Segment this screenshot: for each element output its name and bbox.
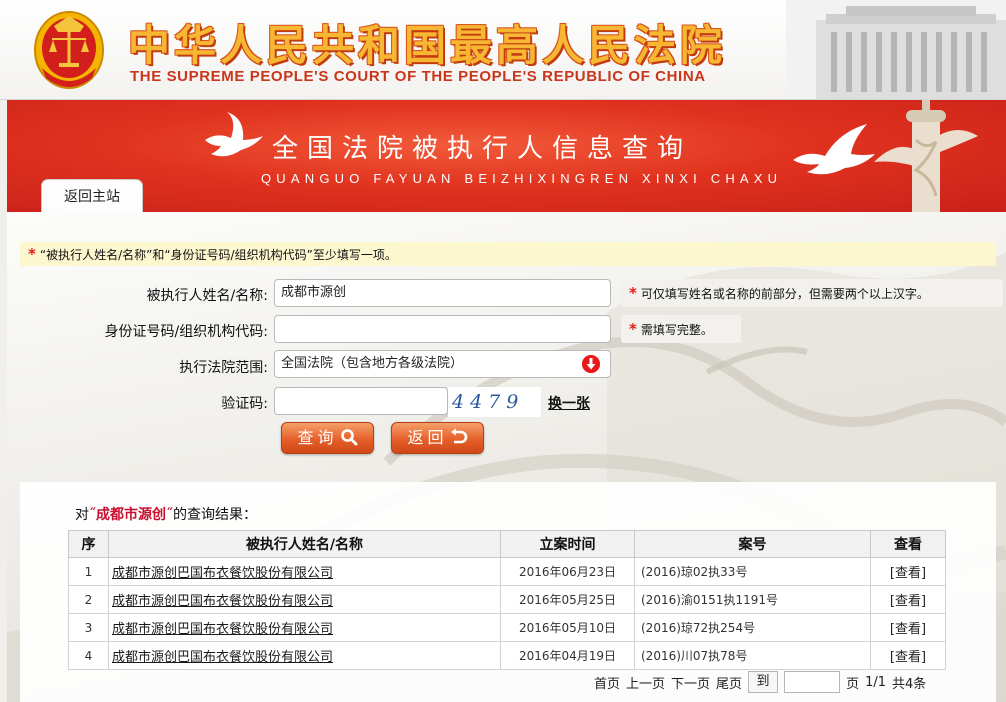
site-title-cn: 中华人民共和国最高人民法院 bbox=[128, 21, 727, 70]
back-button-label: 返回 bbox=[407, 428, 448, 447]
table-header-row: 序 被执行人姓名/名称 立案时间 案号 查看 bbox=[68, 530, 946, 558]
captcha-input[interactable] bbox=[274, 387, 448, 415]
row-view-link[interactable]: [查看] bbox=[890, 594, 926, 609]
row-date: 2016年04月19日 bbox=[500, 641, 635, 670]
site-title-en: THE SUPREME PEOPLE'S COURT OF THE PEOPLE… bbox=[130, 68, 706, 85]
banner-subtitle: QUANGUO FAYUAN BEIZHIXINGREN XINXI CHAXU bbox=[261, 171, 783, 186]
results-title-suffix: 的查询结果： bbox=[173, 507, 257, 523]
id-input[interactable] bbox=[274, 315, 611, 343]
row-case: (2016)川07执78号 bbox=[634, 641, 871, 670]
dove-icon bbox=[205, 112, 263, 157]
search-banner: 全国法院被执行人信息查询 QUANGUO FAYUAN BEIZHIXINGRE… bbox=[7, 100, 1006, 212]
row-view-cell: [查看] bbox=[870, 613, 946, 642]
row-name-cell: 成都市源创巴国布衣餐饮股份有限公司 bbox=[108, 557, 501, 586]
row-name-cell: 成都市源创巴国布衣餐饮股份有限公司 bbox=[108, 641, 501, 670]
court-select-value: 全国法院（包含地方各级法院） bbox=[281, 356, 464, 371]
name-input[interactable]: 成都市源创 bbox=[274, 279, 611, 307]
search-button[interactable]: 查询 bbox=[281, 422, 374, 454]
row-date: 2016年05月10日 bbox=[500, 613, 635, 642]
court-building-image bbox=[786, 0, 1006, 99]
row-name-link[interactable]: 成都市源创巴国布衣餐饮股份有限公司 bbox=[112, 566, 333, 581]
pager-next[interactable]: 下一页 bbox=[671, 673, 710, 692]
row-view-link[interactable]: [查看] bbox=[890, 650, 926, 665]
table-row: 4 成都市源创巴国布衣餐饮股份有限公司 2016年04月19日 (2016)川0… bbox=[68, 641, 946, 670]
row-view-cell: [查看] bbox=[870, 557, 946, 586]
pager-page-label: 页 bbox=[846, 676, 860, 692]
pager-prev[interactable]: 上一页 bbox=[626, 673, 665, 692]
back-button[interactable]: 返回 bbox=[391, 422, 484, 454]
row-date: 2016年06月23日 bbox=[500, 557, 635, 586]
col-seq-header: 序 bbox=[68, 530, 109, 558]
captcha-image: 4479 bbox=[448, 387, 541, 417]
form-notice: * “被执行人姓名/名称”和“身份证号码/组织机构代码”至少填写一项。 bbox=[20, 242, 996, 266]
row-case: (2016)渝0151执1191号 bbox=[634, 585, 871, 614]
row-case: (2016)琼72执254号 bbox=[634, 613, 871, 642]
row-view-link[interactable]: [查看] bbox=[890, 622, 926, 637]
name-label: 被执行人姓名/名称: bbox=[146, 288, 268, 304]
row-name-cell: 成都市源创巴国布衣餐饮股份有限公司 bbox=[108, 585, 501, 614]
row-view-link[interactable]: [查看] bbox=[890, 566, 926, 581]
pagination: 首页 上一页 下一页 尾页 到 页 1/1 共4条 bbox=[594, 670, 932, 694]
required-star-icon: * bbox=[629, 284, 637, 302]
name-hint-text: 可仅填写姓名或名称的前部分，但需要两个以上汉字。 bbox=[640, 287, 929, 301]
banner-title: 全国法院被执行人信息查询 bbox=[272, 134, 693, 164]
pager-page-info: 1/1 bbox=[865, 674, 886, 690]
table-row: 1 成都市源创巴国布衣餐饮股份有限公司 2016年06月23日 (2016)琼0… bbox=[68, 557, 946, 586]
pager-last[interactable]: 尾页 bbox=[716, 673, 742, 692]
row-view-cell: [查看] bbox=[870, 585, 946, 614]
col-case-header: 案号 bbox=[634, 530, 871, 558]
pager-total: 共4条 bbox=[892, 676, 927, 692]
col-name-header: 被执行人姓名/名称 bbox=[108, 530, 501, 558]
site-header: 中华人民共和国最高人民法院 THE SUPREME PEOPLE'S COURT… bbox=[0, 0, 1006, 100]
row-name-cell: 成都市源创巴国布衣餐饮股份有限公司 bbox=[108, 613, 501, 642]
row-case: (2016)琼02执33号 bbox=[634, 557, 871, 586]
results-title-prefix: 对 bbox=[75, 507, 89, 523]
court-select[interactable]: 全国法院（包含地方各级法院） bbox=[274, 350, 611, 378]
row-name-link[interactable]: 成都市源创巴国布衣餐饮股份有限公司 bbox=[112, 622, 333, 637]
required-star-icon: * bbox=[629, 320, 637, 338]
results-title: 对˝成都市源创˝的查询结果： bbox=[75, 504, 257, 524]
table-row: 2 成都市源创巴国布衣餐饮股份有限公司 2016年05月25日 (2016)渝0… bbox=[68, 585, 946, 614]
results-table: 序 被执行人姓名/名称 立案时间 案号 查看 1 成都市源创巴国布衣餐饮股份有限… bbox=[68, 530, 946, 670]
results-keyword: ˝成都市源创˝ bbox=[89, 507, 173, 523]
id-hint-text: 需填写完整。 bbox=[640, 323, 713, 337]
row-seq: 2 bbox=[68, 585, 109, 614]
row-seq: 3 bbox=[68, 613, 109, 642]
name-hint: * 可仅填写姓名或名称的前部分，但需要两个以上汉字。 bbox=[621, 279, 1003, 307]
pager-goto-button[interactable]: 到 bbox=[748, 671, 779, 693]
dropdown-arrow-icon[interactable] bbox=[582, 355, 600, 373]
court-label: 执行法院范围: bbox=[179, 360, 268, 376]
id-hint: * 需填写完整。 bbox=[621, 315, 741, 343]
back-home-tab[interactable]: 返回主站 bbox=[41, 179, 143, 212]
row-seq: 1 bbox=[68, 557, 109, 586]
back-arrow-icon bbox=[450, 428, 467, 444]
row-seq: 4 bbox=[68, 641, 109, 670]
row-name-link[interactable]: 成都市源创巴国布衣餐饮股份有限公司 bbox=[112, 650, 333, 665]
required-star-icon: * bbox=[28, 245, 36, 263]
refresh-captcha-link[interactable]: 换一张 bbox=[548, 393, 590, 413]
search-button-label: 查询 bbox=[297, 428, 338, 447]
pager-first[interactable]: 首页 bbox=[594, 673, 620, 692]
captcha-label: 验证码: bbox=[221, 396, 268, 412]
row-name-link[interactable]: 成都市源创巴国布衣餐饮股份有限公司 bbox=[112, 594, 333, 609]
col-date-header: 立案时间 bbox=[500, 530, 635, 558]
col-view-header: 查看 bbox=[870, 530, 946, 558]
search-icon bbox=[340, 429, 357, 446]
pager-page-input[interactable] bbox=[784, 671, 841, 693]
national-emblem-icon bbox=[34, 11, 104, 89]
row-date: 2016年05月25日 bbox=[500, 585, 635, 614]
ornamental-pillar-image bbox=[874, 100, 978, 212]
notice-text: “被执行人姓名/名称”和“身份证号码/组织机构代码”至少填写一项。 bbox=[39, 248, 397, 262]
id-label: 身份证号码/组织机构代码: bbox=[104, 324, 268, 340]
row-view-cell: [查看] bbox=[870, 641, 946, 670]
table-row: 3 成都市源创巴国布衣餐饮股份有限公司 2016年05月10日 (2016)琼7… bbox=[68, 613, 946, 642]
